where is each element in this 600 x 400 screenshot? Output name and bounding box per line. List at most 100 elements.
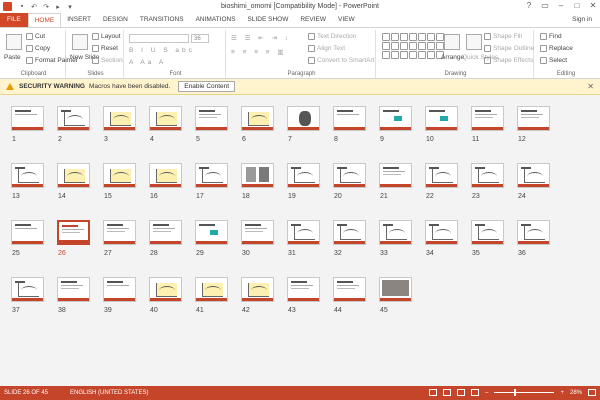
zoom-slider[interactable] bbox=[494, 389, 555, 396]
slide-thumbnail[interactable] bbox=[241, 220, 274, 245]
shapes-gallery[interactable] bbox=[382, 33, 444, 63]
slide-thumbnail[interactable] bbox=[425, 220, 458, 245]
slide-thumbnail[interactable] bbox=[149, 277, 182, 302]
shape-effects-button[interactable]: Shape Effects bbox=[484, 57, 533, 64]
font-format-buttons[interactable]: B I U S abc bbox=[129, 47, 195, 54]
maximize-icon[interactable]: □ bbox=[572, 1, 582, 10]
slide-thumbnail[interactable] bbox=[195, 106, 228, 131]
slide-thumbnail[interactable] bbox=[333, 163, 366, 188]
tab-view[interactable]: VIEW bbox=[332, 13, 361, 27]
slide-thumbnail[interactable] bbox=[425, 163, 458, 188]
list-buttons[interactable]: ☰ ☰ ⇤ ⇥ ↕ bbox=[231, 34, 291, 42]
enable-content-button[interactable]: Enable Content bbox=[178, 81, 236, 92]
slide-thumbnail[interactable] bbox=[103, 106, 136, 131]
zoom-level[interactable]: 28% bbox=[570, 390, 582, 396]
slide-thumbnail[interactable] bbox=[241, 163, 274, 188]
slide-thumbnail[interactable] bbox=[517, 106, 550, 131]
tab-home[interactable]: HOME bbox=[27, 13, 62, 27]
slide-thumbnail[interactable] bbox=[287, 220, 320, 245]
slide-thumbnail[interactable] bbox=[333, 106, 366, 131]
slide-thumbnail[interactable] bbox=[11, 163, 44, 188]
convert-smartart-button[interactable]: Convert to SmartArt bbox=[308, 57, 374, 64]
slide-thumbnail[interactable] bbox=[149, 106, 182, 131]
tab-insert[interactable]: INSERT bbox=[61, 13, 97, 27]
slide-thumbnail[interactable] bbox=[287, 106, 320, 131]
tab-animations[interactable]: ANIMATIONS bbox=[190, 13, 242, 27]
save-icon[interactable]: ▪ bbox=[18, 3, 26, 10]
align-text-button[interactable]: Align Text bbox=[308, 45, 345, 52]
font-color-buttons[interactable]: A Aa A bbox=[129, 59, 166, 66]
slide-thumbnail[interactable] bbox=[425, 106, 458, 131]
powerpoint-app-icon[interactable] bbox=[3, 2, 12, 11]
text-direction-button[interactable]: Text Direction bbox=[308, 33, 356, 40]
slide-thumbnail[interactable] bbox=[333, 220, 366, 245]
language-status[interactable]: ENGLISH (UNITED STATES) bbox=[70, 390, 148, 396]
slide-thumbnail[interactable] bbox=[333, 277, 366, 302]
redo-icon[interactable]: ↷ bbox=[42, 3, 50, 11]
slide-thumbnail[interactable] bbox=[11, 106, 44, 131]
close-warning-icon[interactable]: ✕ bbox=[587, 82, 594, 91]
slide-thumbnail[interactable] bbox=[287, 163, 320, 188]
fit-slide-icon[interactable] bbox=[588, 389, 596, 396]
arrange-button[interactable]: Arrange bbox=[441, 54, 464, 61]
slide-thumbnail[interactable] bbox=[149, 220, 182, 245]
close-icon[interactable]: ✕ bbox=[588, 1, 598, 10]
slide-thumbnail[interactable] bbox=[379, 277, 412, 302]
reset-button[interactable]: Reset bbox=[92, 45, 118, 52]
slide-thumbnail[interactable] bbox=[195, 277, 228, 302]
shape-outline-button[interactable]: Shape Outline bbox=[484, 45, 534, 52]
start-icon[interactable]: ▸ bbox=[54, 3, 62, 11]
reading-view-icon[interactable] bbox=[457, 389, 466, 396]
quick-styles-icon[interactable] bbox=[466, 34, 482, 50]
slide-thumbnail[interactable] bbox=[11, 220, 44, 245]
slide-thumbnail[interactable] bbox=[517, 220, 550, 245]
slide-thumbnail[interactable] bbox=[471, 163, 504, 188]
font-name-box[interactable] bbox=[129, 34, 189, 43]
layout-button[interactable]: Layout bbox=[92, 33, 121, 40]
slide-thumbnail[interactable] bbox=[57, 277, 90, 302]
find-button[interactable]: Find bbox=[540, 33, 562, 40]
paste-icon[interactable] bbox=[6, 34, 22, 50]
section-button[interactable]: Section bbox=[92, 57, 123, 64]
slide-thumbnail[interactable] bbox=[57, 220, 90, 245]
ribbon-display-icon[interactable]: ▭ bbox=[540, 1, 550, 10]
sign-in-link[interactable]: Sign in bbox=[572, 13, 592, 27]
shape-fill-button[interactable]: Shape Fill bbox=[484, 33, 522, 40]
slideshow-view-icon[interactable] bbox=[471, 389, 480, 396]
help-icon[interactable]: ? bbox=[524, 1, 534, 10]
slide-thumbnail[interactable] bbox=[149, 163, 182, 188]
slide-thumbnail[interactable] bbox=[379, 106, 412, 131]
slide-thumbnail[interactable] bbox=[471, 220, 504, 245]
zoom-out-icon[interactable]: – bbox=[485, 390, 488, 396]
slide-sorter-view-icon[interactable] bbox=[443, 389, 452, 396]
tab-file[interactable]: FILE bbox=[0, 13, 28, 27]
slide-thumbnail[interactable] bbox=[103, 163, 136, 188]
slide-thumbnail[interactable] bbox=[103, 220, 136, 245]
select-button[interactable]: Select bbox=[540, 57, 567, 64]
align-buttons[interactable]: ≡ ≡ ≡ ≡ ▥ bbox=[231, 48, 287, 56]
tab-review[interactable]: REVIEW bbox=[294, 13, 332, 27]
new-slide-icon[interactable] bbox=[72, 34, 88, 50]
slide-thumbnail[interactable] bbox=[517, 163, 550, 188]
tab-transitions[interactable]: TRANSITIONS bbox=[134, 13, 190, 27]
slide-thumbnail[interactable] bbox=[57, 163, 90, 188]
copy-button[interactable]: Copy bbox=[26, 45, 50, 52]
zoom-in-icon[interactable]: + bbox=[560, 390, 564, 396]
slide-thumbnail[interactable] bbox=[241, 106, 274, 131]
slide-thumbnail[interactable] bbox=[11, 277, 44, 302]
slide-thumbnail[interactable] bbox=[57, 106, 90, 131]
slide-thumbnail[interactable] bbox=[471, 106, 504, 131]
tab-design[interactable]: DESIGN bbox=[97, 13, 134, 27]
customize-icon[interactable]: ▾ bbox=[66, 3, 74, 11]
font-size-box[interactable]: 36 bbox=[191, 34, 209, 43]
slide-thumbnail[interactable] bbox=[195, 163, 228, 188]
slide-thumbnail[interactable] bbox=[379, 220, 412, 245]
minimize-icon[interactable]: – bbox=[556, 1, 566, 10]
tab-slide-show[interactable]: SLIDE SHOW bbox=[242, 13, 295, 27]
slide-thumbnail[interactable] bbox=[195, 220, 228, 245]
slide-thumbnail[interactable] bbox=[241, 277, 274, 302]
paste-button[interactable]: Paste bbox=[4, 54, 21, 61]
slide-thumbnail[interactable] bbox=[379, 163, 412, 188]
replace-button[interactable]: Replace bbox=[540, 45, 573, 52]
undo-icon[interactable]: ↶ bbox=[30, 3, 38, 11]
